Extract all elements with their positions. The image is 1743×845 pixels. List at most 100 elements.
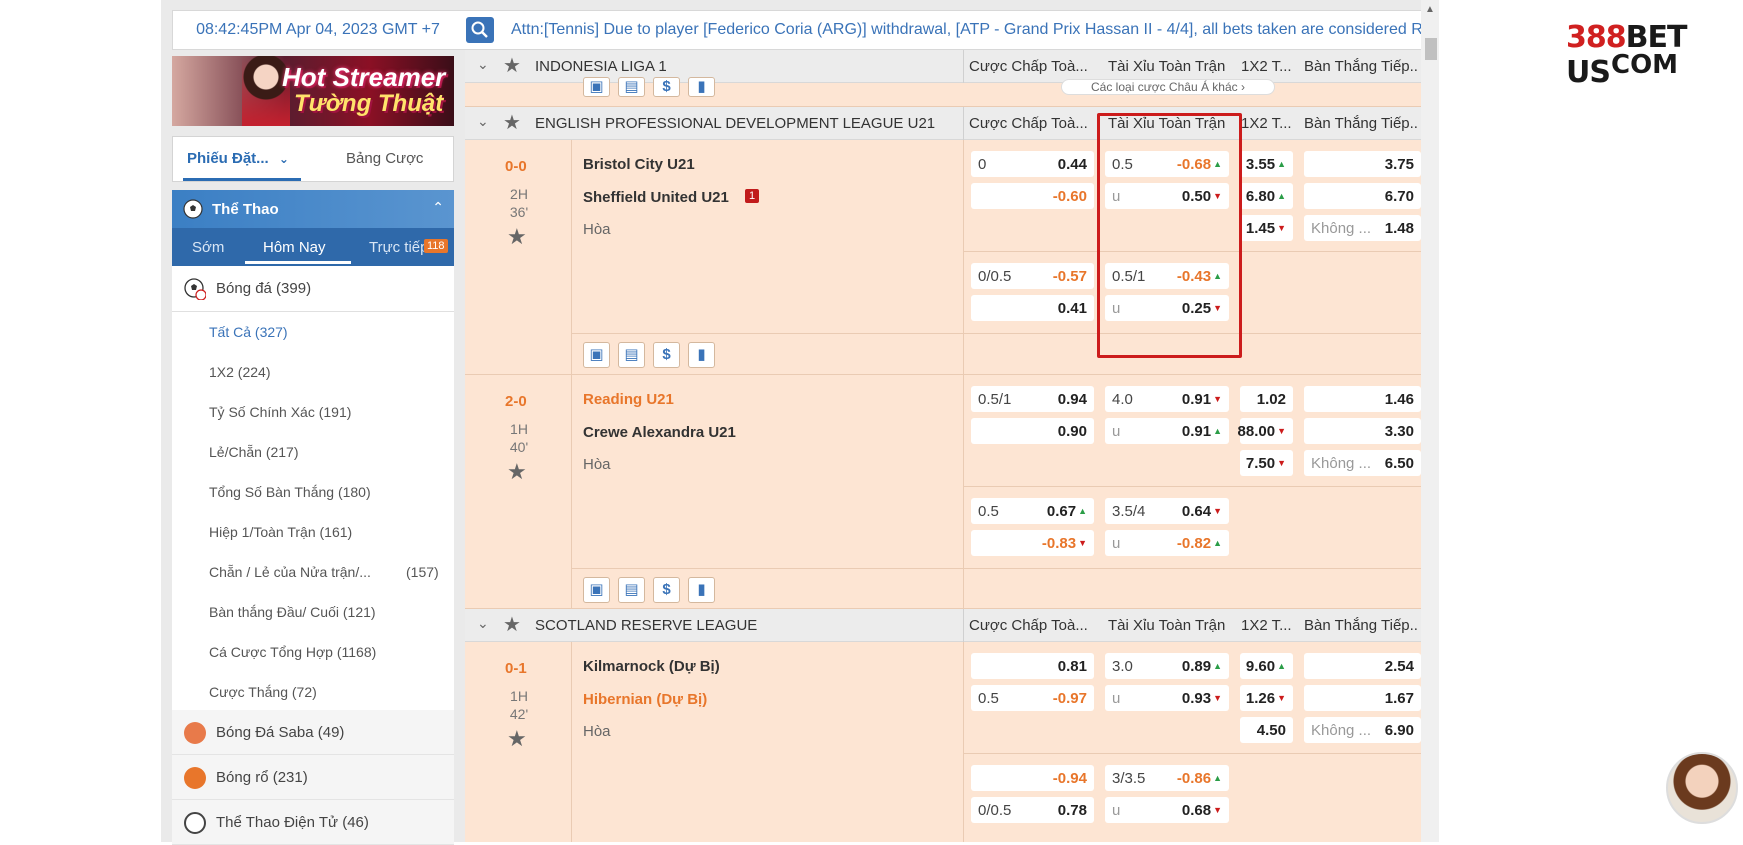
odds-value: 3.30	[1384, 423, 1414, 440]
chart-icon[interactable]: ▮	[688, 342, 715, 368]
sub-item-correct-score[interactable]: Tỷ Số Chính Xác (191)	[172, 392, 454, 432]
odds-1x2-away[interactable]: 6.80 ▲	[1240, 183, 1293, 209]
match-row: 2-0 1H 40' ★ Reading U21 Crewe Alexandra…	[465, 375, 1421, 609]
odds-handicap-away[interactable]: 0/0.5 0.78	[971, 797, 1094, 823]
star-icon[interactable]: ★	[503, 53, 521, 78]
chevron-down-icon[interactable]: ⌄	[477, 615, 489, 632]
field-icon[interactable]: ▤	[618, 77, 645, 97]
odds-next-goal-home[interactable]: 1.46	[1304, 386, 1421, 412]
odds-over[interactable]: 3.5/4 0.64 ▼	[1105, 498, 1229, 524]
odds-handicap-away[interactable]: 0.41	[971, 295, 1094, 321]
odds-next-goal-away[interactable]: 3.30	[1304, 418, 1421, 444]
odds-handicap-away[interactable]: -0.60	[971, 183, 1094, 209]
league-header[interactable]: ⌄ ★ ENGLISH PROFESSIONAL DEVELOPMENT LEA…	[465, 107, 1421, 140]
odds-handicap-home[interactable]: 0.81	[971, 653, 1094, 679]
star-icon[interactable]: ★	[503, 110, 521, 135]
odds-under[interactable]: u 0.91 ▲	[1105, 418, 1229, 444]
odds-1x2-home[interactable]: 1.02	[1240, 386, 1293, 412]
odds-handicap-away[interactable]: 0.5 -0.97	[971, 685, 1094, 711]
indonesia-row-tail: ▣ ▤ $ ▮ Các loại cược Châu Á khác ›	[465, 77, 1421, 107]
sport-saba-soccer[interactable]: Bóng Đá Saba (49)	[172, 710, 454, 755]
odds-1x2-away[interactable]: 88.00 ▼	[1238, 418, 1293, 444]
odds-handicap-home[interactable]: 0.5 0.67 ▲	[971, 498, 1094, 524]
sub-item-1x2[interactable]: 1X2 (224)	[172, 352, 454, 392]
odds-1x2-home[interactable]: 3.55 ▲	[1240, 151, 1293, 177]
betslip-tab[interactable]: Phiếu Đặt... ⌄	[187, 150, 289, 167]
odds-next-goal-away[interactable]: 6.70	[1304, 183, 1421, 209]
chevron-down-icon[interactable]: ⌄	[477, 113, 489, 130]
chevron-up-icon[interactable]: ⌃	[432, 199, 444, 216]
odds-1x2-draw[interactable]: 1.45 ▼	[1240, 215, 1293, 241]
dropdown-label: Các loại cược Châu Á khác	[1091, 80, 1238, 94]
dollar-icon[interactable]: $	[653, 342, 680, 368]
league-header[interactable]: ⌄ ★ SCOTLAND RESERVE LEAGUE Cược Chấp To…	[465, 609, 1421, 642]
sport-label: Bóng rổ (231)	[216, 769, 308, 786]
odds-next-goal-none[interactable]: Không ... 1.48	[1304, 215, 1421, 241]
tab-today[interactable]: Hôm Nay	[263, 239, 326, 256]
odds-next-goal-none[interactable]: Không ... 6.90	[1304, 717, 1421, 743]
sport-soccer[interactable]: Bóng đá (399)	[172, 266, 454, 312]
odds-1x2-draw[interactable]: 7.50 ▼	[1240, 450, 1293, 476]
chevron-down-icon[interactable]: ⌄	[477, 56, 489, 73]
odds-under[interactable]: u -0.82 ▲	[1105, 530, 1229, 556]
odds-over[interactable]: 3.0 0.89 ▲	[1105, 653, 1229, 679]
sub-item-total-goals[interactable]: Tổng Số Bàn Thắng (180)	[172, 472, 454, 512]
sub-item-odd-even[interactable]: Lẻ/Chẵn (217)	[172, 432, 454, 472]
star-icon[interactable]: ★	[507, 726, 527, 752]
odds-next-goal-home[interactable]: 2.54	[1304, 653, 1421, 679]
star-icon[interactable]: ★	[503, 612, 521, 637]
match-half: 1H	[510, 421, 528, 437]
stats-icon[interactable]: ▣	[583, 77, 610, 97]
odds-over[interactable]: 4.0 0.91 ▼	[1105, 386, 1229, 412]
field-icon[interactable]: ▤	[618, 577, 645, 603]
search-button[interactable]	[466, 17, 494, 43]
odds-handicap-home[interactable]: 0/0.5 -0.57	[971, 263, 1094, 289]
odds-1x2-away[interactable]: 1.26 ▼	[1240, 685, 1293, 711]
odds-table: ⌄ ★ INDONESIA LIGA 1 Cược Chấp Toà... Tà…	[465, 50, 1421, 842]
sub-item-half-odd-even[interactable]: Chẵn / Lẻ của Nửa trận/... (157)	[172, 552, 454, 592]
odds-handicap-home[interactable]: 0.5/1 0.94	[971, 386, 1094, 412]
star-icon[interactable]: ★	[507, 224, 527, 250]
announcement-ticker[interactable]: Attn:[Tennis] Due to player [Federico Co…	[511, 11, 1426, 49]
scrollbar[interactable]: ▲	[1421, 0, 1439, 842]
chart-icon[interactable]: ▮	[688, 577, 715, 603]
sport-label: Thể Thao Điện Tử (46)	[216, 814, 369, 831]
more-asian-bets-dropdown[interactable]: Các loại cược Châu Á khác ›	[1061, 79, 1275, 95]
sport-esports[interactable]: Thể Thao Điện Tử (46)	[172, 800, 454, 845]
odds-handicap-home[interactable]: -0.94	[971, 765, 1094, 791]
sub-item-first-last-goal[interactable]: Bàn thắng Đầu/ Cuối (121)	[172, 592, 454, 632]
field-icon[interactable]: ▤	[618, 342, 645, 368]
odds-value: 3.55	[1245, 156, 1276, 173]
chart-icon[interactable]: ▮	[688, 77, 715, 97]
tab-live[interactable]: Trực tiếp	[369, 239, 429, 256]
odds-handicap-away[interactable]: 0.90	[971, 418, 1094, 444]
odds-handicap-home[interactable]: 0 0.44	[971, 151, 1094, 177]
scrollbar-thumb[interactable]	[1425, 38, 1437, 60]
sports-header[interactable]: Thể Thao ⌃	[172, 190, 454, 228]
odds-over[interactable]: 3/3.5 -0.86 ▲	[1105, 765, 1229, 791]
odds-next-goal-away[interactable]: 1.67	[1304, 685, 1421, 711]
star-icon[interactable]: ★	[507, 459, 527, 485]
tab-early[interactable]: Sớm	[192, 239, 224, 256]
sub-item-outright[interactable]: Cược Thắng (72)	[172, 672, 454, 710]
dollar-icon[interactable]: $	[653, 77, 680, 97]
sub-item-all[interactable]: Tất Cả (327)	[172, 312, 454, 352]
stats-icon[interactable]: ▣	[583, 342, 610, 368]
odds-1x2-home[interactable]: 9.60 ▲	[1240, 653, 1293, 679]
odds-next-goal-home[interactable]: 3.75	[1304, 151, 1421, 177]
hot-streamer-banner[interactable]: Hot Streamer Tường Thuật	[172, 56, 454, 126]
sport-basketball[interactable]: Bóng rổ (231)	[172, 755, 454, 800]
dollar-icon[interactable]: $	[653, 577, 680, 603]
odds-1x2-draw[interactable]: 4.50	[1240, 717, 1293, 743]
bet-list-tab[interactable]: Bảng Cược	[346, 150, 423, 167]
scroll-up-icon[interactable]: ▲	[1425, 4, 1435, 15]
chat-avatar[interactable]	[1666, 752, 1738, 824]
odds-next-goal-none[interactable]: Không ... 6.50	[1304, 450, 1421, 476]
sub-item-mix-parlay[interactable]: Cá Cược Tổng Hợp (1168)	[172, 632, 454, 672]
odds-handicap-away[interactable]: -0.83 ▼	[971, 530, 1094, 556]
sub-item-half-full[interactable]: Hiệp 1/Toàn Trận (161)	[172, 512, 454, 552]
stats-icon[interactable]: ▣	[583, 577, 610, 603]
divider	[963, 375, 964, 609]
odds-under[interactable]: u 0.68 ▼	[1105, 797, 1229, 823]
odds-under[interactable]: u 0.93 ▼	[1105, 685, 1229, 711]
